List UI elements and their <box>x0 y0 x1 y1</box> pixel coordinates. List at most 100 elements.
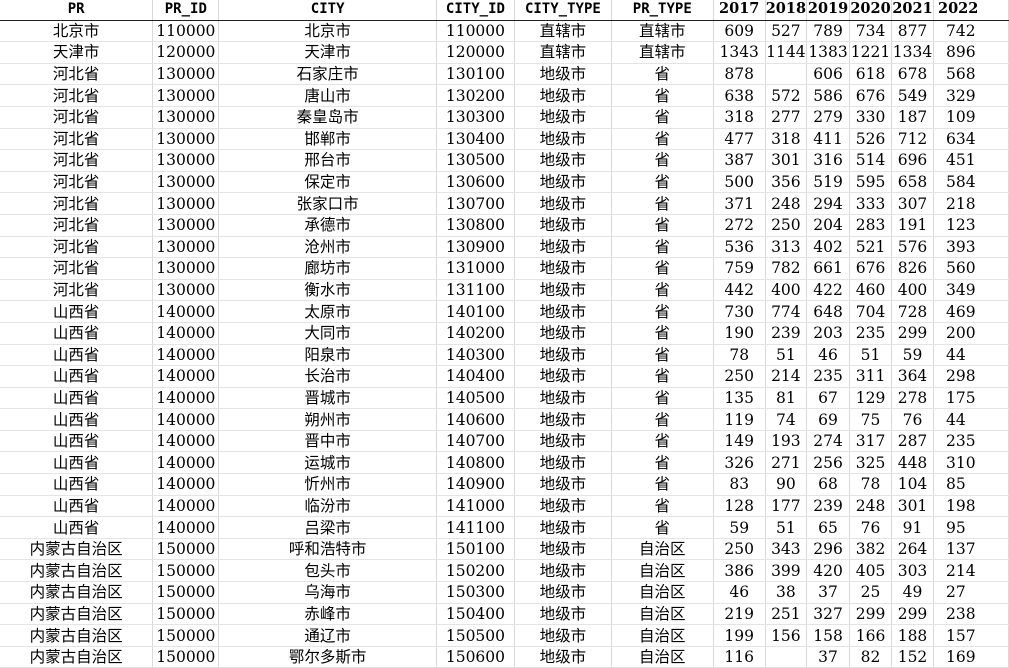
cell-city-id[interactable]: 140400 <box>436 365 515 388</box>
cell-city[interactable]: 邢台市 <box>218 149 437 172</box>
cell-city-type[interactable]: 地级市 <box>514 214 612 237</box>
column-header-city-type[interactable]: CITY_TYPE <box>514 0 612 21</box>
cell-2018[interactable]: 156 <box>765 624 808 647</box>
cell-pr-id[interactable]: 140000 <box>152 451 220 475</box>
cell-2018[interactable]: 301 <box>765 149 808 172</box>
cell-city[interactable]: 沧州市 <box>218 236 437 259</box>
cell-2022[interactable]: 393 <box>933 236 1009 259</box>
cell-city-id[interactable]: 140600 <box>436 408 515 431</box>
column-header-2017[interactable]: 2017 <box>713 0 766 21</box>
cell-2017[interactable]: 1343 <box>713 41 766 64</box>
cell-2019[interactable]: 67 <box>806 387 851 410</box>
cell-city-id[interactable]: 120000 <box>436 41 515 64</box>
cell-city[interactable]: 邯郸市 <box>218 128 437 151</box>
cell-pr-type[interactable]: 自治区 <box>611 624 714 647</box>
cell-2021[interactable]: 191 <box>891 214 934 237</box>
cell-2017[interactable]: 46 <box>713 581 766 604</box>
cell-pr[interactable]: 山西省 <box>0 516 154 539</box>
cell-2019[interactable]: 316 <box>806 149 851 172</box>
column-header-2020[interactable]: 2020 <box>849 0 893 21</box>
cell-2017[interactable]: 119 <box>713 408 766 431</box>
column-header-city[interactable]: CITY <box>218 0 437 21</box>
cell-city-id[interactable]: 130400 <box>436 128 515 151</box>
cell-2018[interactable]: 318 <box>765 128 808 151</box>
column-header-pr[interactable]: PR <box>0 0 154 21</box>
cell-2018[interactable]: 74 <box>765 408 808 431</box>
cell-2018[interactable]: 90 <box>765 473 808 496</box>
cell-2022[interactable]: 200 <box>933 322 1009 345</box>
cell-pr-type[interactable]: 省 <box>611 63 714 86</box>
cell-city-id[interactable]: 140800 <box>436 451 515 475</box>
cell-city-id[interactable]: 141000 <box>436 495 515 518</box>
cell-pr[interactable]: 内蒙古自治区 <box>0 581 154 604</box>
cell-city[interactable]: 衡水市 <box>218 279 437 302</box>
cell-2020[interactable]: 595 <box>849 171 893 194</box>
cell-2022[interactable]: 742 <box>933 20 1009 43</box>
cell-2019[interactable]: 422 <box>806 279 851 302</box>
cell-2020[interactable]: 521 <box>849 236 893 259</box>
cell-2018[interactable]: 271 <box>765 451 808 475</box>
cell-2018[interactable]: 214 <box>765 365 808 388</box>
cell-pr[interactable]: 河北省 <box>0 149 154 172</box>
cell-2022[interactable]: 218 <box>933 192 1009 215</box>
cell-2022[interactable]: 238 <box>933 603 1009 626</box>
cell-pr[interactable]: 山西省 <box>0 408 154 431</box>
cell-city[interactable]: 承德市 <box>218 214 437 237</box>
cell-city[interactable]: 秦皇岛市 <box>218 106 437 129</box>
cell-city[interactable]: 赤峰市 <box>218 603 437 626</box>
cell-2022[interactable]: 44 <box>933 408 1009 431</box>
cell-2021[interactable]: 877 <box>891 20 934 43</box>
cell-2018[interactable] <box>765 646 808 668</box>
cell-2017[interactable]: 219 <box>713 603 766 626</box>
column-header-city-id[interactable]: CITY_ID <box>436 0 515 21</box>
cell-2019[interactable]: 411 <box>806 128 851 151</box>
cell-2019[interactable]: 65 <box>806 516 851 539</box>
cell-pr-type[interactable]: 省 <box>611 451 714 475</box>
cell-pr[interactable]: 河北省 <box>0 214 154 237</box>
cell-2018[interactable]: 248 <box>765 192 808 215</box>
cell-2018[interactable]: 51 <box>765 516 808 539</box>
cell-city-id[interactable]: 140500 <box>436 387 515 410</box>
cell-2020[interactable]: 514 <box>849 149 893 172</box>
cell-pr-id[interactable]: 130000 <box>152 63 220 86</box>
cell-city-id[interactable]: 130300 <box>436 106 515 129</box>
cell-2017[interactable]: 386 <box>713 559 766 583</box>
cell-2019[interactable]: 274 <box>806 430 851 453</box>
cell-pr-id[interactable]: 130000 <box>152 171 220 194</box>
cell-city-type[interactable]: 地级市 <box>514 84 612 107</box>
cell-city[interactable]: 呼和浩特市 <box>218 538 437 561</box>
cell-pr-id[interactable]: 130000 <box>152 236 220 259</box>
cell-2022[interactable]: 214 <box>933 559 1009 583</box>
cell-pr[interactable]: 天津市 <box>0 41 154 64</box>
cell-2019[interactable]: 294 <box>806 192 851 215</box>
cell-city-type[interactable]: 地级市 <box>514 257 612 280</box>
cell-2017[interactable]: 878 <box>713 63 766 86</box>
cell-pr-id[interactable]: 140000 <box>152 473 220 496</box>
cell-city-id[interactable]: 150500 <box>436 624 515 647</box>
cell-2017[interactable]: 83 <box>713 473 766 496</box>
cell-city-id[interactable]: 150100 <box>436 538 515 561</box>
cell-2020[interactable]: 526 <box>849 128 893 151</box>
cell-pr[interactable]: 内蒙古自治区 <box>0 538 154 561</box>
cell-pr-type[interactable]: 省 <box>611 279 714 302</box>
column-header-pr-type[interactable]: PR_TYPE <box>611 0 714 21</box>
cell-pr[interactable]: 河北省 <box>0 257 154 280</box>
cell-2019[interactable]: 37 <box>806 646 851 668</box>
cell-2017[interactable]: 609 <box>713 20 766 43</box>
cell-city[interactable]: 石家庄市 <box>218 63 437 86</box>
cell-2020[interactable]: 325 <box>849 451 893 475</box>
cell-pr[interactable]: 河北省 <box>0 63 154 86</box>
cell-city[interactable]: 通辽市 <box>218 624 437 647</box>
cell-2019[interactable]: 69 <box>806 408 851 431</box>
cell-2022[interactable]: 451 <box>933 149 1009 172</box>
cell-2022[interactable]: 95 <box>933 516 1009 539</box>
cell-2020[interactable]: 283 <box>849 214 893 237</box>
cell-2021[interactable]: 49 <box>891 581 934 604</box>
cell-2020[interactable]: 75 <box>849 408 893 431</box>
cell-pr[interactable]: 山西省 <box>0 387 154 410</box>
cell-city[interactable]: 长治市 <box>218 365 437 388</box>
cell-2018[interactable]: 774 <box>765 300 808 323</box>
cell-city[interactable]: 临汾市 <box>218 495 437 518</box>
cell-pr-type[interactable]: 自治区 <box>611 581 714 604</box>
cell-2018[interactable]: 527 <box>765 20 808 43</box>
